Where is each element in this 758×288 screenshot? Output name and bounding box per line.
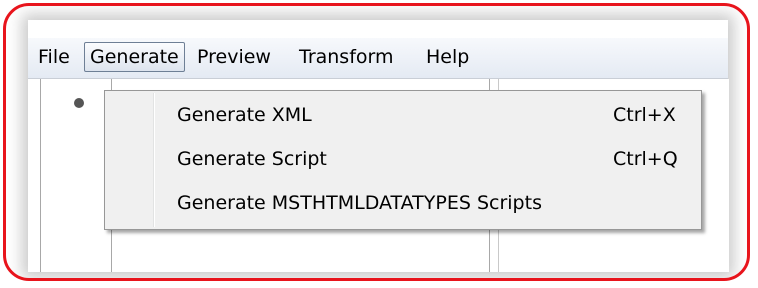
- menu-item-label: Generate XML: [177, 104, 312, 126]
- menu-item-label: Generate MSTHTMLDATATYPES Scripts: [177, 192, 542, 214]
- highlight-frame: File Generate Preview Transform Help Gen…: [3, 3, 750, 281]
- menu-item-generate-xml[interactable]: Generate XML Ctrl+X: [107, 95, 699, 135]
- menu-item-shortcut: Ctrl+Q: [613, 148, 678, 170]
- menu-item-shortcut: Ctrl+X: [613, 104, 676, 126]
- menu-help[interactable]: Help: [421, 42, 474, 72]
- menu-file[interactable]: File: [33, 42, 75, 72]
- menu-item-generate-mshtmldatatypes-scripts[interactable]: Generate MSTHTMLDATATYPES Scripts: [107, 183, 699, 223]
- menu-item-generate-script[interactable]: Generate Script Ctrl+Q: [107, 139, 699, 179]
- menu-item-label: Generate Script: [177, 148, 327, 170]
- generate-dropdown-menu: Generate XML Ctrl+X Generate Script Ctrl…: [104, 90, 702, 230]
- left-tree-pane[interactable]: [40, 79, 112, 272]
- menu-transform[interactable]: Transform: [294, 42, 399, 72]
- menu-generate[interactable]: Generate: [84, 42, 185, 72]
- menu-bar: File Generate Preview Transform Help: [28, 38, 728, 79]
- tree-node-bullet-icon: [74, 98, 84, 108]
- menu-preview[interactable]: Preview: [192, 42, 276, 72]
